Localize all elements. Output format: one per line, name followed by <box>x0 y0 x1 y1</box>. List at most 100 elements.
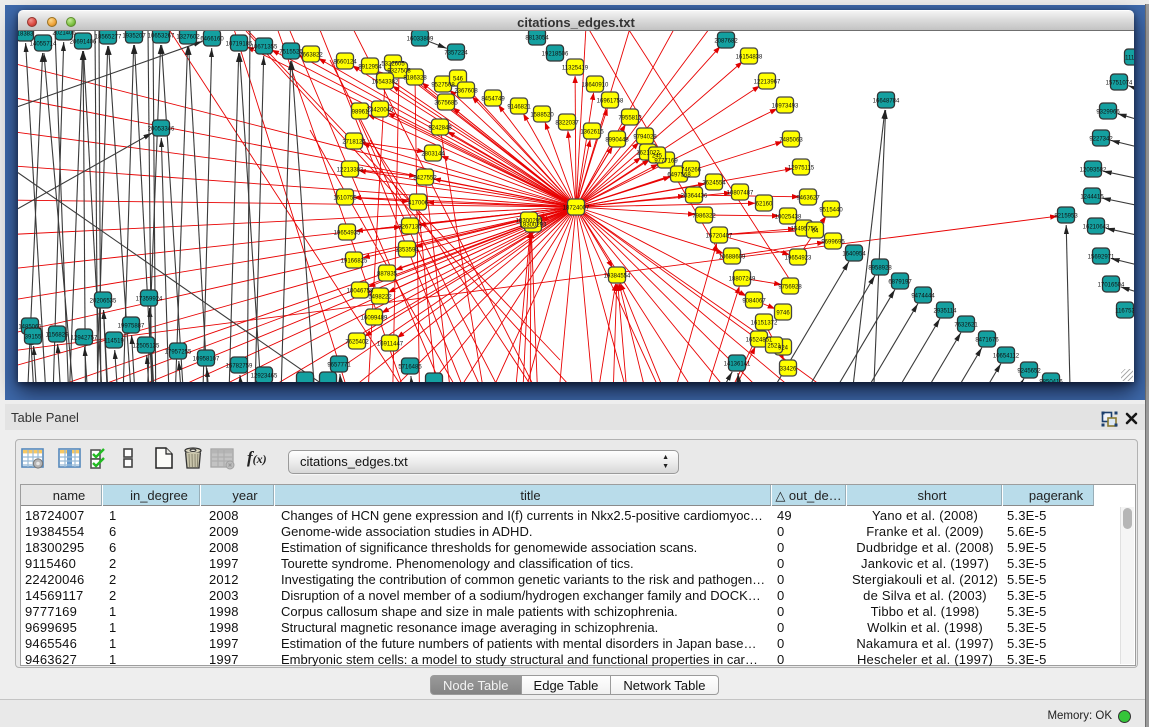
svg-text:5498222: 5498222 <box>368 294 392 300</box>
svg-text:116753: 116753 <box>1115 308 1134 314</box>
svg-text:33426: 33426 <box>780 366 797 372</box>
svg-text:16099489: 16099489 <box>361 315 388 321</box>
svg-text:18807249: 18807249 <box>729 276 756 282</box>
svg-text:12093582: 12093582 <box>1080 167 1107 173</box>
svg-text:8471676: 8471676 <box>975 337 999 343</box>
svg-text:114519: 114519 <box>104 338 124 344</box>
svg-text:8322037: 8322037 <box>555 120 579 126</box>
svg-text:11124: 11124 <box>1125 55 1134 61</box>
svg-text:19654935: 19654935 <box>334 230 361 236</box>
svg-text:9329966: 9329966 <box>1096 109 1120 115</box>
svg-text:2803144: 2803144 <box>421 151 445 157</box>
svg-text:1610755: 1610755 <box>333 195 357 201</box>
svg-text:2718126: 2718126 <box>342 139 366 145</box>
svg-text:7625402: 7625402 <box>345 339 369 345</box>
svg-text:20053346: 20053346 <box>148 126 175 132</box>
svg-text:7357224: 7357224 <box>444 50 468 56</box>
svg-text:7663822: 7663822 <box>299 52 323 58</box>
svg-text:10719185: 10719185 <box>226 41 253 47</box>
svg-text:10807487: 10807487 <box>727 190 754 196</box>
svg-text:8215953: 8215953 <box>1054 213 1078 219</box>
svg-text:8958928: 8958928 <box>868 265 892 271</box>
svg-text:12213967: 12213967 <box>754 79 781 85</box>
svg-text:14055714: 14055714 <box>30 41 57 47</box>
svg-text:19384554: 19384554 <box>604 273 631 279</box>
svg-text:7632621: 7632621 <box>954 322 978 328</box>
svg-text:1588520: 1588520 <box>530 112 554 118</box>
svg-text:9242848: 9242848 <box>428 125 452 131</box>
svg-text:1244415: 1244415 <box>1080 194 1104 200</box>
svg-text:7955812: 7955812 <box>618 115 642 121</box>
svg-text:1156829: 1156829 <box>46 332 70 338</box>
svg-text:8186328: 8186328 <box>403 75 427 81</box>
svg-text:18565277: 18565277 <box>95 34 122 40</box>
svg-text:16151372: 16151372 <box>751 320 778 326</box>
svg-text:1640954: 1640954 <box>842 251 866 257</box>
svg-text:12923465: 12923465 <box>251 373 278 379</box>
svg-text:16782759: 16782759 <box>226 363 253 369</box>
svg-text:16033809: 16033809 <box>407 36 434 42</box>
svg-text:9850416: 9850416 <box>1039 379 1063 382</box>
svg-text:18300295: 18300295 <box>516 218 543 224</box>
svg-text:3675685: 3675685 <box>434 100 458 106</box>
svg-text:9699695: 9699695 <box>821 239 845 245</box>
svg-text:9756928: 9756928 <box>778 284 802 290</box>
svg-text:16961758: 16961758 <box>597 98 624 104</box>
svg-text:7485063: 7485063 <box>779 137 803 143</box>
svg-text:9463627: 9463627 <box>796 195 820 201</box>
svg-text:546: 546 <box>453 76 464 82</box>
svg-text:7986322: 7986322 <box>692 213 716 219</box>
svg-text:6879197: 6879197 <box>888 279 912 285</box>
svg-text:2367608: 2367608 <box>454 88 478 94</box>
svg-text:11325419: 11325419 <box>562 65 589 71</box>
svg-text:9527508: 9527508 <box>431 82 455 88</box>
svg-text:9474444: 9474444 <box>911 293 935 299</box>
svg-text:17957255: 17957255 <box>165 349 192 355</box>
svg-text:1353594: 1353594 <box>395 247 419 253</box>
svg-text:10653267: 10653267 <box>148 33 175 39</box>
svg-text:417006: 417006 <box>408 200 429 206</box>
svg-text:62160: 62160 <box>756 201 773 207</box>
svg-text:15751074: 15751074 <box>1106 80 1133 86</box>
svg-text:12505135: 12505135 <box>133 343 160 349</box>
svg-text:12942757: 12942757 <box>71 335 98 341</box>
svg-text:1485061: 1485061 <box>18 324 42 330</box>
svg-text:10654112: 10654112 <box>993 353 1020 359</box>
svg-text:3624554: 3624554 <box>702 180 726 186</box>
svg-text:3267130: 3267130 <box>398 224 422 230</box>
svg-text:9515440: 9515440 <box>819 207 843 213</box>
svg-text:5322605: 5322605 <box>381 61 405 67</box>
svg-text:9146821: 9146821 <box>507 104 531 110</box>
svg-text:9794028: 9794028 <box>633 134 657 140</box>
svg-text:16210643: 16210643 <box>1083 224 1110 230</box>
svg-text:10688609: 10688609 <box>719 254 746 260</box>
svg-text:2521: 2521 <box>767 343 781 349</box>
svg-text:1935207: 1935207 <box>122 33 146 39</box>
svg-text:9227342: 9227342 <box>1089 136 1113 142</box>
svg-text:17016504: 17016504 <box>1098 282 1125 288</box>
svg-text:8813054: 8813054 <box>525 35 549 41</box>
svg-text:39155: 39155 <box>25 334 42 340</box>
svg-text:10973493: 10973493 <box>772 103 799 109</box>
svg-text:245: 245 <box>652 153 663 159</box>
svg-text:9084067: 9084067 <box>742 298 766 304</box>
svg-text:746266: 746266 <box>681 167 702 173</box>
svg-text:8454749: 8454749 <box>481 96 505 102</box>
svg-text:20691406: 20691406 <box>70 39 97 45</box>
svg-text:17359924: 17359924 <box>136 296 163 302</box>
svg-text:18640910: 18640910 <box>582 82 609 88</box>
svg-text:16648784: 16648784 <box>873 98 900 104</box>
svg-text:18724007: 18724007 <box>563 205 590 211</box>
svg-text:1362615: 1362615 <box>580 129 604 135</box>
svg-text:9245652: 9245652 <box>1017 368 1041 374</box>
svg-text:19654923: 19654923 <box>785 255 812 261</box>
svg-text:10958107: 10958107 <box>193 356 220 362</box>
svg-text:10025438: 10025438 <box>775 214 802 220</box>
svg-text:16154838: 16154838 <box>736 54 763 60</box>
svg-text:12975115: 12975115 <box>788 165 815 171</box>
svg-text:19166825: 19166825 <box>341 258 368 264</box>
svg-text:9657771: 9657771 <box>327 362 351 368</box>
svg-text:1327602: 1327602 <box>176 34 200 40</box>
svg-text:9327508: 9327508 <box>387 68 411 74</box>
svg-text:15692971: 15692971 <box>1088 254 1115 260</box>
